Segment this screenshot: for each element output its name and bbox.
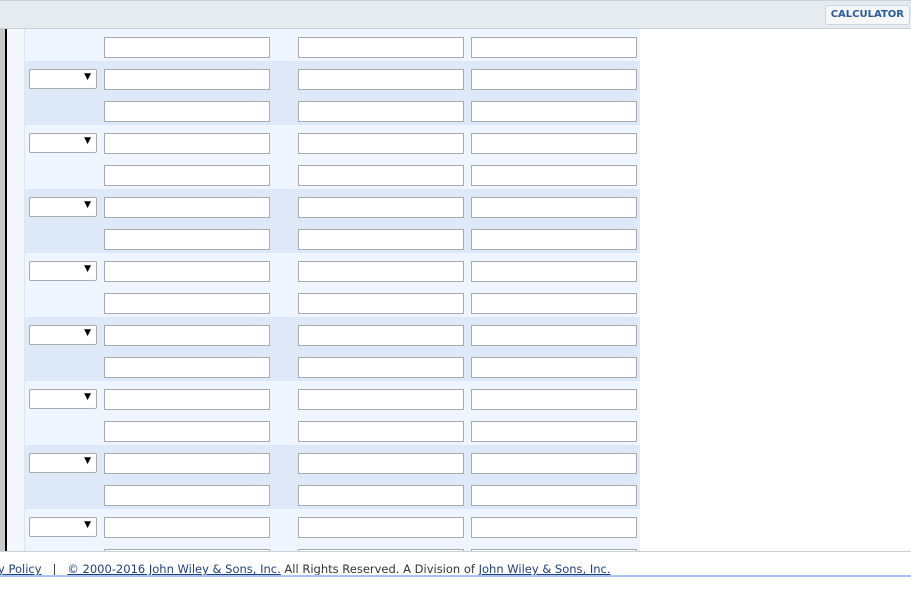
row-input-col-2[interactable]	[298, 133, 464, 154]
grid-row	[25, 29, 640, 61]
row-input-col-2[interactable]	[298, 165, 464, 186]
row-input-col-3[interactable]	[471, 261, 637, 282]
grid-row: ▼	[25, 125, 640, 157]
row-input-col-2[interactable]	[298, 389, 464, 410]
row-input-col-3[interactable]	[471, 421, 637, 442]
row-dropdown[interactable]: ▼	[29, 69, 97, 89]
row-input-col-1[interactable]	[104, 229, 270, 250]
footer: y Policy | © 2000-2016 John Wiley & Sons…	[0, 551, 911, 592]
grid-row	[25, 157, 640, 189]
row-input-col-2[interactable]	[298, 293, 464, 314]
row-input-col-2[interactable]	[298, 261, 464, 282]
row-input-col-2[interactable]	[298, 37, 464, 58]
privacy-policy-link[interactable]: y Policy	[0, 562, 42, 576]
chevron-down-icon: ▼	[84, 328, 91, 338]
row-input-col-1[interactable]	[104, 357, 270, 378]
row-input-col-1[interactable]	[104, 421, 270, 442]
row-input-col-1[interactable]	[104, 293, 270, 314]
row-input-col-1[interactable]	[104, 389, 270, 410]
row-input-col-1[interactable]	[104, 485, 270, 506]
row-input-col-2[interactable]	[298, 197, 464, 218]
top-toolbar: CALCULATOR	[0, 0, 911, 29]
row-input-col-2[interactable]	[298, 69, 464, 90]
row-input-col-3[interactable]	[471, 133, 637, 154]
row-input-col-3[interactable]	[471, 325, 637, 346]
row-input-col-2[interactable]	[298, 229, 464, 250]
chevron-down-icon: ▼	[84, 520, 91, 530]
grid-row: ▼	[25, 61, 640, 93]
row-input-col-3[interactable]	[471, 197, 637, 218]
chevron-down-icon: ▼	[84, 456, 91, 466]
chevron-down-icon: ▼	[84, 200, 91, 210]
row-dropdown[interactable]: ▼	[29, 133, 97, 153]
footer-separator: |	[52, 562, 57, 576]
row-input-col-3[interactable]	[471, 453, 637, 474]
row-input-col-2[interactable]	[298, 101, 464, 122]
row-input-col-1[interactable]	[104, 101, 270, 122]
row-input-col-3[interactable]	[471, 165, 637, 186]
row-input-col-1[interactable]	[104, 453, 270, 474]
row-input-col-1[interactable]	[104, 197, 270, 218]
grid-row	[25, 541, 640, 551]
left-margin	[7, 29, 25, 551]
entry-grid: ▼ ▼ ▼ ▼ ▼ ▼ ▼ ▼	[25, 29, 640, 551]
row-input-col-3[interactable]	[471, 389, 637, 410]
row-input-col-2[interactable]	[298, 357, 464, 378]
row-input-col-1[interactable]	[104, 325, 270, 346]
row-input-col-1[interactable]	[104, 69, 270, 90]
row-dropdown[interactable]: ▼	[29, 453, 97, 473]
grid-row	[25, 413, 640, 445]
rights-text: All Rights Reserved. A Division of	[280, 562, 479, 576]
grid-row: ▼	[25, 189, 640, 221]
row-input-col-2[interactable]	[298, 421, 464, 442]
row-input-col-3[interactable]	[471, 485, 637, 506]
row-input-col-1[interactable]	[104, 165, 270, 186]
row-input-col-1[interactable]	[104, 133, 270, 154]
row-input-col-3[interactable]	[471, 101, 637, 122]
row-input-col-2[interactable]	[298, 453, 464, 474]
grid-row: ▼	[25, 381, 640, 413]
row-dropdown[interactable]: ▼	[29, 197, 97, 217]
chevron-down-icon: ▼	[84, 392, 91, 402]
row-input-col-1[interactable]	[104, 261, 270, 282]
grid-row	[25, 93, 640, 125]
grid-row	[25, 285, 640, 317]
chevron-down-icon: ▼	[84, 72, 91, 82]
footer-text: y Policy | © 2000-2016 John Wiley & Sons…	[0, 562, 611, 576]
row-input-col-2[interactable]	[298, 325, 464, 346]
grid-row	[25, 349, 640, 381]
chevron-down-icon: ▼	[84, 136, 91, 146]
row-dropdown[interactable]: ▼	[29, 517, 97, 537]
row-dropdown[interactable]: ▼	[29, 389, 97, 409]
row-input-col-3[interactable]	[471, 517, 637, 538]
row-input-col-3[interactable]	[471, 69, 637, 90]
grid-row: ▼	[25, 445, 640, 477]
row-input-col-3[interactable]	[471, 229, 637, 250]
grid-row: ▼	[25, 509, 640, 541]
chevron-down-icon: ▼	[84, 264, 91, 274]
row-input-col-3[interactable]	[471, 37, 637, 58]
wiley-link[interactable]: John Wiley & Sons, Inc.	[479, 562, 611, 576]
row-dropdown[interactable]: ▼	[29, 261, 97, 281]
grid-row	[25, 221, 640, 253]
copyright-link[interactable]: © 2000-2016 John Wiley & Sons, Inc.	[67, 562, 280, 576]
footer-accent-line	[0, 575, 911, 577]
row-dropdown[interactable]: ▼	[29, 325, 97, 345]
row-input-col-2[interactable]	[298, 485, 464, 506]
row-input-col-1[interactable]	[104, 37, 270, 58]
row-input-col-3[interactable]	[471, 293, 637, 314]
row-input-col-1[interactable]	[104, 517, 270, 538]
row-input-col-2[interactable]	[298, 517, 464, 538]
row-input-col-3[interactable]	[471, 357, 637, 378]
grid-row	[25, 477, 640, 509]
grid-row: ▼	[25, 317, 640, 349]
calculator-button[interactable]: CALCULATOR	[824, 5, 910, 25]
grid-row: ▼	[25, 253, 640, 285]
